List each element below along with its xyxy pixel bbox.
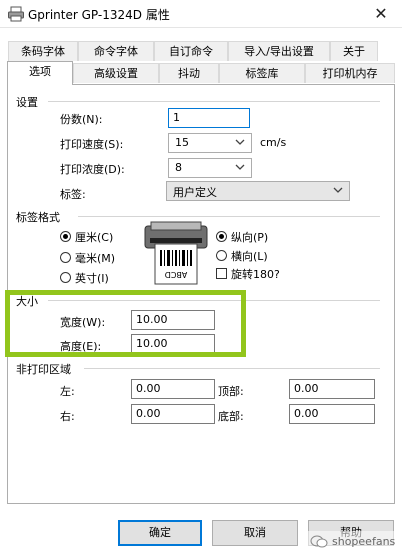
close-button[interactable]: ✕ bbox=[370, 4, 392, 24]
top-margin-label: 顶部: bbox=[218, 385, 244, 398]
landscape-radio[interactable] bbox=[216, 250, 227, 261]
label-type-value: 用户定义 bbox=[173, 186, 217, 199]
tab-label-library[interactable]: 标签库 bbox=[219, 63, 305, 83]
size-highlight-box bbox=[5, 290, 246, 357]
label-preview-icon: ABCD bbox=[144, 221, 208, 285]
density-value: 8 bbox=[175, 161, 182, 174]
preview-text: ABCD bbox=[165, 270, 188, 279]
density-select[interactable]: 8 bbox=[168, 158, 252, 178]
tab-printer-memory[interactable]: 打印机内存 bbox=[305, 63, 395, 83]
unit-mm-label: 毫米(M) bbox=[75, 252, 116, 265]
unit-mm-radio[interactable] bbox=[60, 252, 71, 263]
left-margin-input[interactable]: 0.00 bbox=[131, 379, 215, 399]
bottom-margin-input[interactable]: 0.00 bbox=[289, 404, 375, 424]
label-type-select[interactable]: 用户定义 bbox=[166, 181, 350, 201]
speed-unit: cm/s bbox=[260, 136, 287, 149]
tab-advanced[interactable]: 高级设置 bbox=[73, 63, 159, 83]
chevron-down-icon bbox=[235, 139, 245, 145]
cancel-button[interactable]: 取消 bbox=[212, 520, 298, 546]
density-label: 打印浓度(D): bbox=[60, 163, 125, 176]
ok-button[interactable]: 确定 bbox=[118, 520, 202, 546]
wechat-icon bbox=[310, 535, 328, 548]
speed-value: 15 bbox=[175, 136, 189, 149]
right-margin-input[interactable]: 0.00 bbox=[131, 404, 215, 424]
left-margin-label: 左: bbox=[60, 385, 75, 398]
tab-about[interactable]: 关于 bbox=[330, 41, 378, 61]
tab-custom-command[interactable]: 自订命令 bbox=[154, 41, 228, 61]
format-section-title: 标签格式 bbox=[16, 209, 64, 225]
bottom-margin-label: 底部: bbox=[218, 410, 244, 423]
speed-label: 打印速度(S): bbox=[60, 138, 124, 151]
window-title: Gprinter GP-1324D 属性 bbox=[28, 8, 170, 22]
title-bar: Gprinter GP-1324D 属性 ✕ bbox=[0, 0, 402, 28]
rotate-checkbox[interactable] bbox=[216, 268, 227, 279]
unit-cm-radio[interactable] bbox=[60, 231, 71, 242]
unit-inch-radio[interactable] bbox=[60, 272, 71, 283]
chevron-down-icon bbox=[333, 187, 343, 193]
label-type-label: 标签: bbox=[60, 188, 86, 201]
landscape-label: 横向(L) bbox=[231, 250, 268, 263]
tab-command-font[interactable]: 命令字体 bbox=[78, 41, 154, 61]
nonprint-section-title: 非打印区域 bbox=[16, 361, 75, 377]
chevron-down-icon bbox=[235, 164, 245, 170]
printer-icon bbox=[8, 6, 24, 22]
settings-section-title: 设置 bbox=[16, 94, 42, 110]
settings-divider bbox=[48, 101, 380, 102]
copies-label: 份数(N): bbox=[60, 113, 103, 126]
tab-options[interactable]: 选项 bbox=[7, 61, 73, 85]
right-margin-label: 右: bbox=[60, 410, 75, 423]
nonprint-divider bbox=[84, 368, 380, 369]
top-margin-input[interactable]: 0.00 bbox=[289, 379, 375, 399]
unit-cm-label: 厘米(C) bbox=[75, 231, 114, 244]
portrait-label: 纵向(P) bbox=[231, 231, 269, 244]
watermark-text: shopeefans bbox=[332, 535, 396, 548]
rotate-label: 旋转180? bbox=[231, 268, 280, 281]
tab-barcode-font[interactable]: 条码字体 bbox=[8, 41, 78, 61]
watermark: shopeefans bbox=[308, 531, 398, 553]
speed-select[interactable]: 15 bbox=[168, 133, 252, 153]
unit-inch-label: 英寸(I) bbox=[75, 272, 109, 285]
format-divider bbox=[78, 216, 380, 217]
portrait-radio[interactable] bbox=[216, 231, 227, 242]
tab-dither[interactable]: 抖动 bbox=[159, 63, 219, 83]
copies-input[interactable]: 1 bbox=[168, 108, 250, 128]
tab-import-export[interactable]: 导入/导出设置 bbox=[228, 41, 330, 61]
